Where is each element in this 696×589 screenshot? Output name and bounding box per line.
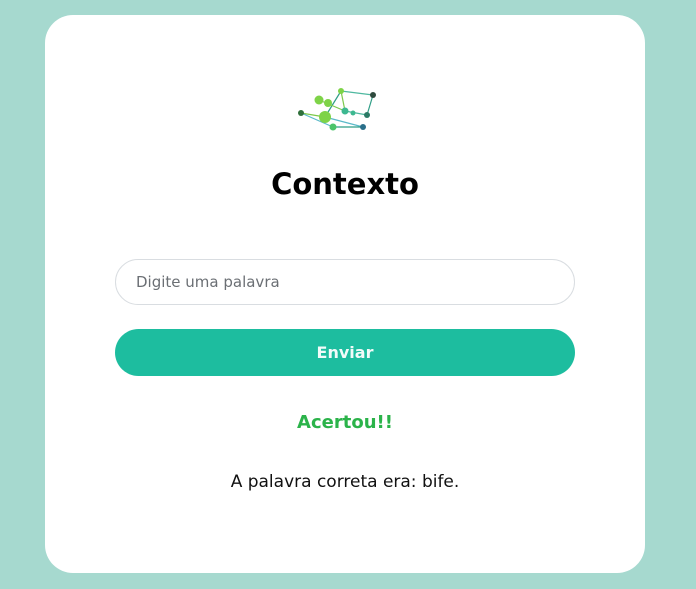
page-title: Contexto xyxy=(271,167,419,201)
network-graph-logo-icon xyxy=(298,88,376,131)
submit-button[interactable]: Enviar xyxy=(115,329,575,376)
word-input[interactable] xyxy=(115,259,575,305)
correct-word-message: A palavra correta era: bife. xyxy=(230,472,460,492)
game-card: Contexto Enviar Acertou!! A palavra corr… xyxy=(45,15,645,573)
success-status: Acertou!! xyxy=(297,412,393,433)
